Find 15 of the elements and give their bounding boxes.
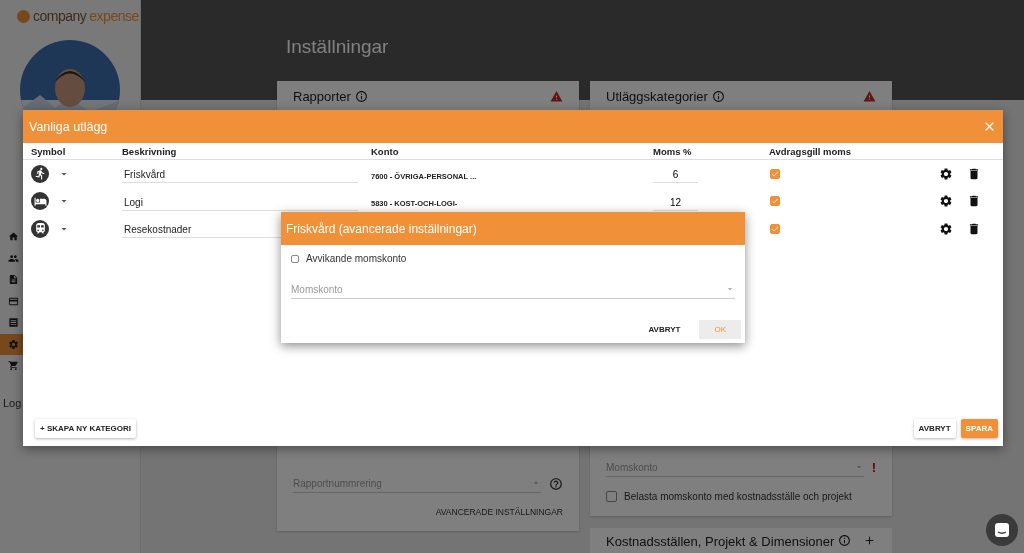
column-header: Konto	[371, 145, 400, 157]
logo: company expense	[0, 0, 140, 24]
card-title: Rapporter	[293, 89, 351, 104]
column-header: Moms %	[653, 145, 693, 157]
dialog-title: Friskvård (avancerade inställningar)	[281, 212, 745, 245]
modal-title: Vanliga utlägg	[29, 119, 108, 134]
card-title: Utläggskategorier	[606, 89, 708, 104]
page-title: Inställningar	[286, 36, 389, 58]
column-header: Beskrivning	[122, 145, 178, 157]
column-header: Avdragsgill moms	[769, 145, 852, 157]
card-title: Kostnadsställen, Projekt & Dimensioner	[606, 534, 835, 549]
checkbox-label: Belasta momskonto med kostnadsställe och projekt	[624, 491, 852, 502]
column-header: Symbol	[31, 145, 67, 157]
required-mark: !	[871, 460, 876, 475]
checkbox-label: Avvikande momskonto	[306, 253, 407, 264]
